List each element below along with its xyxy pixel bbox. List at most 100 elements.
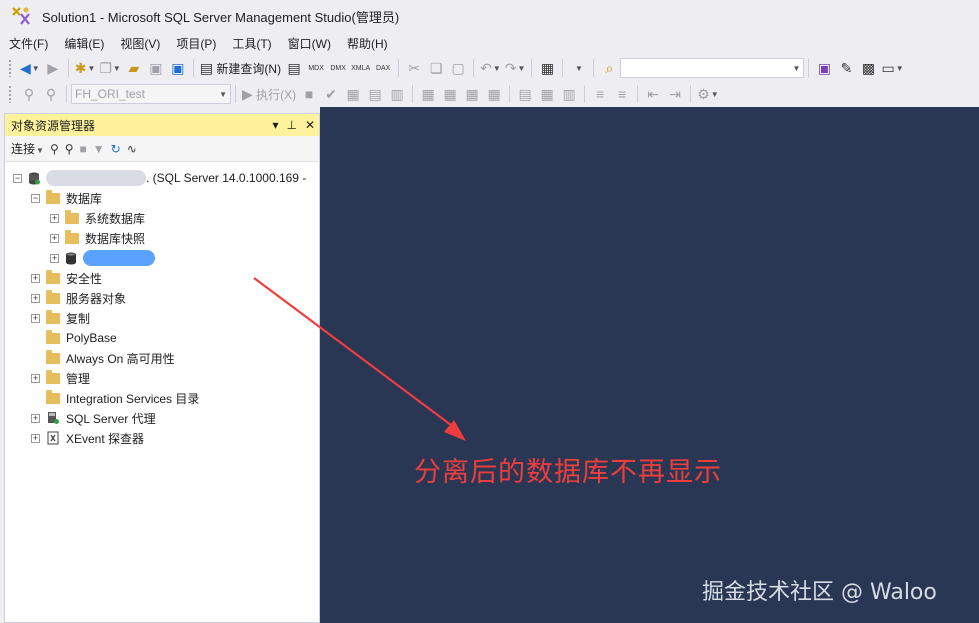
tree-node-management[interactable]: + 管理 — [31, 368, 90, 388]
dax-query-button[interactable]: DAX — [374, 58, 392, 78]
menu-edit[interactable]: 编辑(E) — [58, 35, 114, 52]
new-query-button[interactable]: ▤ 新建查询(N) — [200, 58, 281, 78]
save-all-button[interactable]: ▣ — [169, 58, 187, 78]
connect-dropdown[interactable]: 连接▼ — [11, 140, 44, 157]
tree-node-db-snapshots[interactable]: + 数据库快照 — [50, 228, 145, 248]
expand-icon[interactable]: + — [31, 293, 40, 303]
mdx-query-button[interactable]: MDX — [307, 58, 325, 78]
close-icon[interactable]: ✕ — [305, 118, 315, 132]
menu-project[interactable]: 项目(P) — [170, 35, 226, 52]
forward-button[interactable]: ▶ — [44, 58, 62, 78]
forward-arrow-icon: ▶ — [47, 59, 59, 76]
toolbar-grip[interactable] — [8, 59, 12, 77]
expand-icon[interactable]: + — [31, 273, 40, 283]
toolbox-button[interactable]: ▩ — [859, 58, 877, 78]
expand-icon[interactable]: + — [50, 253, 59, 263]
menu-view[interactable]: 视图(V) — [114, 35, 170, 52]
menu-file[interactable]: 文件(F) — [3, 35, 58, 52]
activity-monitor-icon[interactable]: ∿ — [127, 142, 137, 156]
connect-button[interactable]: ⚲ — [20, 84, 38, 104]
uncomment-button[interactable]: ≡ — [613, 84, 631, 104]
add-item-button[interactable]: ❐ ▼ — [99, 58, 120, 78]
available-databases-combo[interactable]: FH_ORI_test ▼ — [71, 84, 231, 104]
menu-window[interactable]: 窗口(W) — [282, 35, 341, 52]
intellisense-button[interactable]: ▦ — [419, 84, 437, 104]
connect-plug-icon[interactable]: ⚲ — [50, 142, 59, 156]
client-stats-button[interactable]: ▦ — [485, 84, 503, 104]
new-project-button[interactable]: ✱ ▼ — [75, 58, 96, 78]
query-options-button[interactable]: ▥ — [388, 84, 406, 104]
tree-node-integration-services[interactable]: Integration Services 目录 — [31, 388, 199, 408]
refresh-icon[interactable]: ↻ — [111, 142, 121, 156]
expand-icon[interactable]: + — [31, 433, 40, 443]
results-to-grid-button[interactable]: ▦ — [538, 84, 556, 104]
tree-node-sql-agent[interactable]: + SQL Server 代理 — [31, 408, 156, 428]
stop-button[interactable]: ■ — [300, 84, 318, 104]
undo-button[interactable]: ↶ ▼ — [480, 58, 501, 78]
collapse-icon[interactable]: − — [31, 193, 40, 203]
query-designer-button[interactable]: ▤ — [366, 84, 384, 104]
copy-button[interactable]: ❏ — [427, 58, 445, 78]
solution-explorer-button[interactable]: ▣ — [815, 58, 833, 78]
cut-button[interactable]: ✂ — [405, 58, 423, 78]
expand-icon[interactable]: + — [50, 213, 59, 223]
increase-indent-button[interactable]: ⇥ — [666, 84, 684, 104]
uncomment-icon: ≡ — [618, 86, 627, 102]
collapse-icon[interactable]: − — [13, 173, 22, 183]
filter-icon[interactable]: ▼ — [93, 142, 105, 156]
specify-values-button[interactable]: ⚙ ▼ — [697, 84, 718, 104]
tree-node-server-objects[interactable]: + 服务器对象 — [31, 288, 126, 308]
stop-icon[interactable]: ■ — [80, 142, 87, 156]
toolbar-grip[interactable] — [8, 85, 12, 103]
actual-plan-button[interactable]: ▦ — [441, 84, 459, 104]
results-to-text-button[interactable]: ▤ — [516, 84, 534, 104]
properties-button[interactable]: ✎ — [837, 58, 855, 78]
outdent-icon: ⇤ — [647, 85, 659, 102]
scissors-icon: ✂ — [408, 59, 421, 76]
tree-node-security[interactable]: + 安全性 — [31, 268, 102, 288]
tree-node-xevent[interactable]: + XEvent 探查器 — [31, 428, 144, 448]
toolbar-separator — [509, 85, 511, 103]
open-file-button[interactable]: ▰ — [125, 58, 143, 78]
parse-button[interactable]: ✔ — [322, 84, 340, 104]
find-combo[interactable]: ▼ — [620, 58, 805, 78]
xmla-query-button[interactable]: XMLA — [351, 58, 370, 78]
solution-config-dropdown[interactable]: ▼ — [569, 58, 587, 78]
server-icon — [28, 172, 40, 185]
activity-monitor-button[interactable]: ▦ — [538, 58, 556, 78]
paste-button[interactable]: ▢ — [449, 58, 467, 78]
comment-button[interactable]: ≡ — [591, 84, 609, 104]
tree-node-user-database[interactable]: + — [50, 248, 155, 268]
tree-node-databases[interactable]: − 数据库 — [31, 188, 102, 208]
back-button[interactable]: ◀ ▼ — [20, 58, 40, 78]
change-connection-button[interactable]: ⚲ — [42, 84, 60, 104]
tree-node-always-on[interactable]: Always On 高可用性 — [31, 348, 175, 368]
results-to-file-button[interactable]: ▥ — [560, 84, 578, 104]
mdx-label: MDX — [308, 64, 324, 72]
toolbar-separator — [192, 59, 194, 77]
panel-dropdown-icon[interactable]: ▾ — [272, 118, 278, 132]
decrease-indent-button[interactable]: ⇤ — [644, 84, 662, 104]
expand-icon[interactable]: + — [31, 313, 40, 323]
tree-node-replication[interactable]: + 复制 — [31, 308, 90, 328]
new-project-icon: ✱ — [74, 59, 87, 76]
expand-icon[interactable]: + — [31, 413, 40, 423]
tree-node-system-databases[interactable]: + 系统数据库 — [50, 208, 145, 228]
expand-icon[interactable]: + — [31, 373, 40, 383]
expand-icon[interactable]: + — [50, 233, 59, 243]
display-plan-button[interactable]: ▦ — [344, 84, 362, 104]
dmx-query-button[interactable]: DMX — [329, 58, 347, 78]
menu-tools[interactable]: 工具(T) — [226, 35, 281, 52]
database-engine-query-button[interactable]: ▤ — [285, 58, 303, 78]
command-window-button[interactable]: ▭ ▼ — [881, 58, 903, 78]
tree-node-server[interactable]: − . (SQL Server 14.0.1000.169 - — [13, 168, 306, 188]
tree-node-polybase[interactable]: PolyBase — [31, 328, 117, 348]
find-button[interactable]: ⌕ — [600, 58, 618, 78]
live-stats-button[interactable]: ▦ — [463, 84, 481, 104]
pin-icon[interactable]: ⊥ — [286, 118, 296, 132]
save-button[interactable]: ▣ — [147, 58, 165, 78]
execute-button[interactable]: ▶ 执行(X) — [242, 84, 296, 104]
menu-help[interactable]: 帮助(H) — [341, 35, 398, 52]
redo-button[interactable]: ↷ ▼ — [505, 58, 526, 78]
disconnect-icon[interactable]: ⚲ — [65, 142, 74, 156]
